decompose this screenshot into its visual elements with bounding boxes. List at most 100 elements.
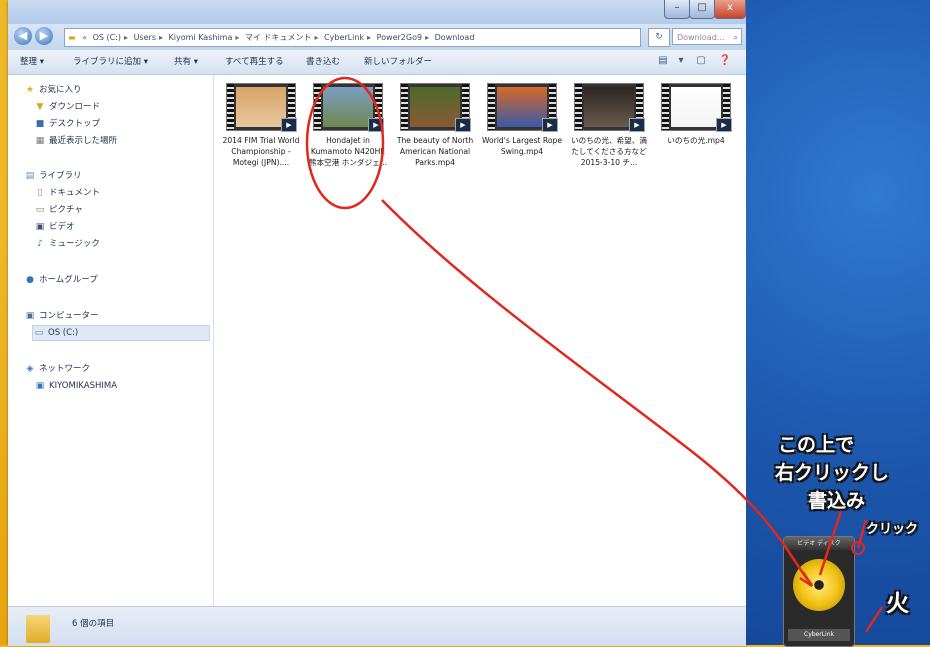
nav-favorites-label: お気に入り <box>39 85 82 95</box>
gadget-title: ビデオ ディスク <box>784 537 854 550</box>
breadcrumb-user[interactable]: Kiyomi Kashima <box>169 33 233 42</box>
nav-os-drive[interactable]: ▭ OS (C:) <box>32 325 210 341</box>
nav-network-pc-label: KIYOMIKASHIMA <box>49 381 118 391</box>
minimize-button[interactable]: – <box>664 0 690 19</box>
burn-button[interactable]: 書き込む <box>306 55 340 67</box>
cyberlink-disc-gadget[interactable]: ビデオ ディスク CyberLink <box>783 536 855 647</box>
play-icon: ▶ <box>281 118 297 132</box>
file-item[interactable]: ▶ The beauty of North American National … <box>394 83 476 168</box>
play-all-button[interactable]: すべて再生する <box>225 55 284 67</box>
nav-network-pc[interactable]: ▣ KIYOMIKASHIMA <box>34 379 117 393</box>
nav-network-label: ネットワーク <box>39 364 91 374</box>
status-bar: 6 個の項目 <box>8 606 746 646</box>
share-button[interactable]: 共有 ▾ <box>174 55 198 67</box>
refresh-icon[interactable]: ↻ <box>648 28 670 47</box>
help-icon[interactable]: ❓ <box>718 54 732 68</box>
video-thumbnail: ▶ <box>487 83 558 132</box>
nav-documents[interactable]: ▯ ドキュメント <box>34 186 101 200</box>
nav-desktop-label: デスクトップ <box>49 119 101 129</box>
file-list: ▶ 2014 FIM Trial World Championship - Mo… <box>214 75 746 606</box>
item-count: 6 個の項目 <box>72 619 115 629</box>
play-icon: ▶ <box>368 118 384 132</box>
file-item[interactable]: ▶ いのちの光.mp4 <box>655 83 737 146</box>
nav-pictures-label: ピクチャ <box>49 205 83 215</box>
breadcrumb-os[interactable]: OS (C:) <box>93 33 121 42</box>
command-bar: 整理 ▾ ライブラリに追加 ▾ 共有 ▾ すべて再生する 書き込む 新しいフォル… <box>8 50 746 75</box>
breadcrumb-power2go[interactable]: Power2Go9 <box>377 33 422 42</box>
breadcrumb-documents[interactable]: マイ ドキュメント <box>245 33 312 42</box>
maximize-button[interactable]: □ <box>689 0 715 19</box>
breadcrumb-download[interactable]: Download <box>435 33 475 42</box>
folder-icon <box>26 615 50 643</box>
homegroup-icon: ● <box>26 275 34 285</box>
view-options-icon[interactable]: ▤ <box>656 54 670 68</box>
gadget-label: CyberLink <box>788 629 850 641</box>
nav-libraries[interactable]: ▤ ライブラリ <box>24 169 82 183</box>
file-item[interactable]: ▶ HondaJet in Kumamoto N420HE 熊本空港 ホンダジェ… <box>307 83 389 168</box>
video-thumbnail: ▶ <box>313 83 384 132</box>
new-folder-button[interactable]: 新しいフォルダー <box>364 55 432 67</box>
search-placeholder: Download... <box>677 33 725 42</box>
libraries-icon: ▤ <box>25 171 35 181</box>
nav-network[interactable]: ◈ ネットワーク <box>24 362 90 376</box>
downloads-icon: ▼ <box>36 102 44 112</box>
close-button[interactable]: x <box>714 0 746 19</box>
play-icon: ▶ <box>629 118 645 132</box>
file-name: The beauty of North American National Pa… <box>396 136 474 167</box>
folder-icon: ▬ <box>68 33 76 42</box>
play-icon: ▶ <box>542 118 558 132</box>
file-item[interactable]: ▶ World's Largest Rope Swing.mp4 <box>481 83 563 157</box>
preview-pane-icon[interactable]: ▢ <box>694 54 708 68</box>
annotation-text: この上で <box>778 434 855 456</box>
back-icon[interactable]: ◀ <box>14 27 32 45</box>
desktop-icon: ■ <box>35 119 45 129</box>
network-computer-icon: ▣ <box>35 381 45 391</box>
music-icon: ♪ <box>37 239 43 249</box>
nav-homegroup[interactable]: ● ホームグループ <box>24 273 98 287</box>
explorer-window: – □ x ◀ ▶ ▬ « OS (C:) ▸ Users ▸ Kiyomi Kas… <box>8 0 746 646</box>
nav-os-drive-label: OS (C:) <box>48 328 79 338</box>
file-name: いのちの光、希望、満たしてくださる方など 2015-3-10 チ... <box>571 136 647 167</box>
recent-places-icon: ▦ <box>35 136 45 146</box>
annotation-text: クリック <box>866 522 919 537</box>
nav-homegroup-label: ホームグループ <box>39 275 98 285</box>
network-icon: ◈ <box>26 364 34 374</box>
video-thumbnail: ▶ <box>226 83 297 132</box>
file-item[interactable]: ▶ いのちの光、希望、満たしてくださる方など 2015-3-10 チ... <box>568 83 650 168</box>
nav-music[interactable]: ♪ ミュージック <box>34 237 100 251</box>
annotation-text: 火 <box>886 591 909 617</box>
video-thumbnail: ▶ <box>400 83 471 132</box>
disc-icon[interactable] <box>793 559 845 611</box>
nav-libraries-label: ライブラリ <box>39 171 82 181</box>
video-thumbnail: ▶ <box>574 83 645 132</box>
nav-favorites[interactable]: ★ お気に入り <box>24 83 82 97</box>
annotation-text: 書込み <box>808 490 866 512</box>
computer-icon: ▣ <box>25 311 35 321</box>
play-icon: ▶ <box>716 118 732 132</box>
nav-recent-label: 最近表示した場所 <box>49 136 118 146</box>
file-name: HondaJet in Kumamoto N420HE 熊本空港 ホンダジェ..… <box>308 136 388 167</box>
star-icon: ★ <box>25 85 35 95</box>
forward-icon[interactable]: ▶ <box>35 27 53 45</box>
nav-desktop[interactable]: ■ デスクトップ <box>34 117 100 131</box>
nav-downloads[interactable]: ▼ ダウンロード <box>34 100 100 114</box>
nav-computer-label: コンピューター <box>39 311 99 321</box>
address-bar[interactable]: ▬ « OS (C:) ▸ Users ▸ Kiyomi Kashima ▸ マイ ド… <box>64 28 641 47</box>
nav-recent[interactable]: ▦ 最近表示した場所 <box>34 134 117 148</box>
breadcrumb-users[interactable]: Users <box>134 33 156 42</box>
breadcrumb-cyberlink[interactable]: CyberLink <box>324 33 364 42</box>
search-input[interactable]: Download... ⌕ <box>672 28 742 45</box>
video-icon: ▣ <box>35 222 45 232</box>
file-item[interactable]: ▶ 2014 FIM Trial World Championship - Mo… <box>220 83 302 168</box>
file-name: World's Largest Rope Swing.mp4 <box>481 136 562 156</box>
add-to-library-button[interactable]: ライブラリに追加 ▾ <box>73 55 148 67</box>
nav-pictures[interactable]: ▭ ピクチャ <box>34 203 83 217</box>
navigation-pane: ★ お気に入り ▼ ダウンロード ■ デスクトップ ▦ 最近表示した場所 ▤ ライブラリ … <box>8 75 214 606</box>
nav-documents-label: ドキュメント <box>49 188 101 198</box>
drive-icon: ▭ <box>34 328 44 338</box>
video-thumbnail: ▶ <box>661 83 732 132</box>
organize-button[interactable]: 整理 ▾ <box>20 55 44 67</box>
view-dropdown-icon[interactable]: ▾ <box>674 54 688 68</box>
nav-videos[interactable]: ▣ ビデオ <box>34 220 75 234</box>
nav-computer[interactable]: ▣ コンピューター <box>24 309 99 323</box>
